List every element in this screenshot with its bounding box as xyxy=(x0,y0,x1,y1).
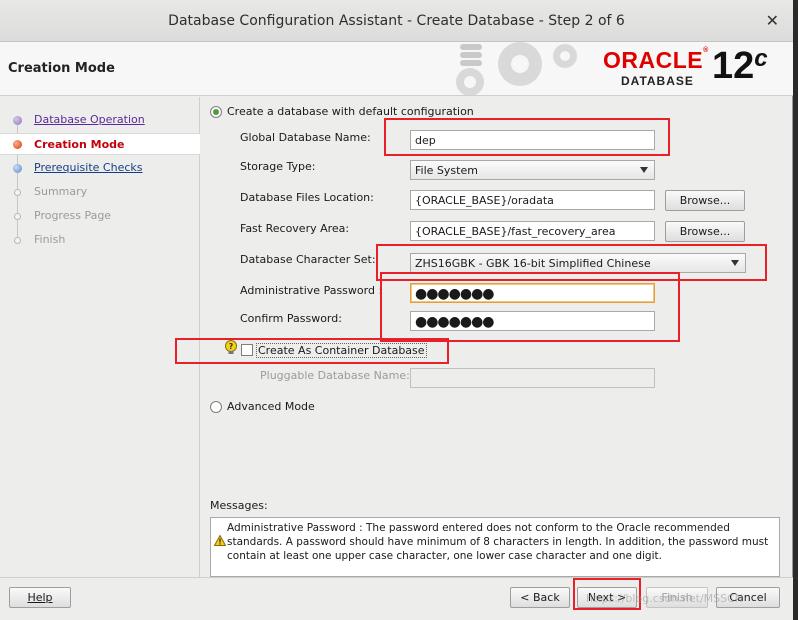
sidebar-item-label: Creation Mode xyxy=(34,138,125,151)
advanced-mode-label[interactable]: Advanced Mode xyxy=(227,400,315,413)
admin-password-input[interactable]: ●●●●●●● xyxy=(410,283,655,303)
chevron-down-icon xyxy=(640,167,648,173)
browse-recovery-button[interactable]: Browse... xyxy=(665,221,745,242)
creation-mode-panel: Create a database with default configura… xyxy=(201,97,793,577)
db-files-location-input[interactable]: {ORACLE_BASE}/oradata xyxy=(410,190,655,210)
step-current-icon xyxy=(13,140,22,149)
step-done-icon xyxy=(13,116,22,125)
lightbulb-icon: ? xyxy=(225,340,237,354)
watermark-text: https://blog.csdn.net/MSSCN xyxy=(586,592,744,605)
default-config-radio[interactable] xyxy=(210,106,222,118)
step-disabled-icon xyxy=(14,189,21,196)
global-db-name-input[interactable]: dep xyxy=(410,130,655,150)
confirm-password-input[interactable]: ●●●●●●● xyxy=(410,311,655,331)
sidebar-item-creation-mode[interactable]: Creation Mode xyxy=(0,133,200,155)
sidebar-item-progress-page: Progress Page xyxy=(0,206,200,226)
sidebar-item-prerequisite-checks[interactable]: Prerequisite Checks xyxy=(0,158,200,178)
sidebar-item-label: Database Operation xyxy=(34,113,145,126)
svg-text:?: ? xyxy=(229,342,234,351)
steps-sidebar: Database Operation Creation Mode Prerequ… xyxy=(0,97,200,577)
message-text: Administrative Password : The password e… xyxy=(227,522,769,562)
sidebar-item-label: Prerequisite Checks xyxy=(34,161,143,174)
default-config-label[interactable]: Create a database with default configura… xyxy=(227,105,474,118)
storage-type-select[interactable]: File System xyxy=(410,160,655,180)
charset-select[interactable]: ZHS16GBK - GBK 16-bit Simplified Chinese xyxy=(410,253,746,273)
browse-db-files-button[interactable]: Browse... xyxy=(665,190,745,211)
step-disabled-icon xyxy=(14,237,21,244)
pluggable-db-label: Pluggable Database Name: xyxy=(260,369,410,382)
admin-password-label: Administrative Password : xyxy=(240,284,383,297)
sidebar-item-database-operation[interactable]: Database Operation xyxy=(0,110,200,130)
storage-type-value: File System xyxy=(415,164,478,177)
storage-type-label: Storage Type: xyxy=(240,160,316,173)
step-header: Creation Mode ORACLE® DATABASE 12c xyxy=(0,42,793,96)
chevron-down-icon xyxy=(731,260,739,266)
messages-panel: Administrative Password : The password e… xyxy=(210,517,780,577)
global-db-name-label: Global Database Name: xyxy=(240,131,371,144)
title-bar: Database Configuration Assistant - Creat… xyxy=(0,0,793,42)
sidebar-item-label: Finish xyxy=(34,233,66,246)
warning-icon xyxy=(214,535,226,546)
messages-label: Messages: xyxy=(210,499,268,512)
fast-recovery-label: Fast Recovery Area: xyxy=(240,222,350,235)
help-button[interactable]: Help xyxy=(9,587,71,608)
pluggable-db-input xyxy=(410,368,655,388)
back-button[interactable]: < Back xyxy=(510,587,570,608)
close-icon[interactable]: ✕ xyxy=(766,11,779,30)
db-files-location-label: Database Files Location: xyxy=(240,191,374,204)
version-badge: 12c xyxy=(712,45,768,87)
charset-label: Database Character Set: xyxy=(240,253,376,266)
step-disabled-icon xyxy=(14,213,21,220)
page-title: Creation Mode xyxy=(8,61,115,76)
step-pending-icon xyxy=(13,164,22,173)
advanced-mode-radio[interactable] xyxy=(210,401,222,413)
charset-value: ZHS16GBK - GBK 16-bit Simplified Chinese xyxy=(415,257,651,270)
container-db-label[interactable]: Create As Container Database xyxy=(256,343,427,358)
window-title: Database Configuration Assistant - Creat… xyxy=(168,13,625,29)
confirm-password-label: Confirm Password: xyxy=(240,312,342,325)
container-db-checkbox[interactable] xyxy=(241,344,253,356)
sidebar-item-label: Summary xyxy=(34,185,88,198)
fast-recovery-input[interactable]: {ORACLE_BASE}/fast_recovery_area xyxy=(410,221,655,241)
sidebar-item-summary: Summary xyxy=(0,182,200,202)
sidebar-item-label: Progress Page xyxy=(34,209,112,222)
sidebar-item-finish: Finish xyxy=(0,230,200,250)
gears-decoration-icon xyxy=(456,42,577,95)
dbca-window: Database Configuration Assistant - Creat… xyxy=(0,0,793,620)
oracle-logo: ORACLE® xyxy=(603,47,709,73)
oracle-logo-subtitle: DATABASE xyxy=(621,74,694,88)
